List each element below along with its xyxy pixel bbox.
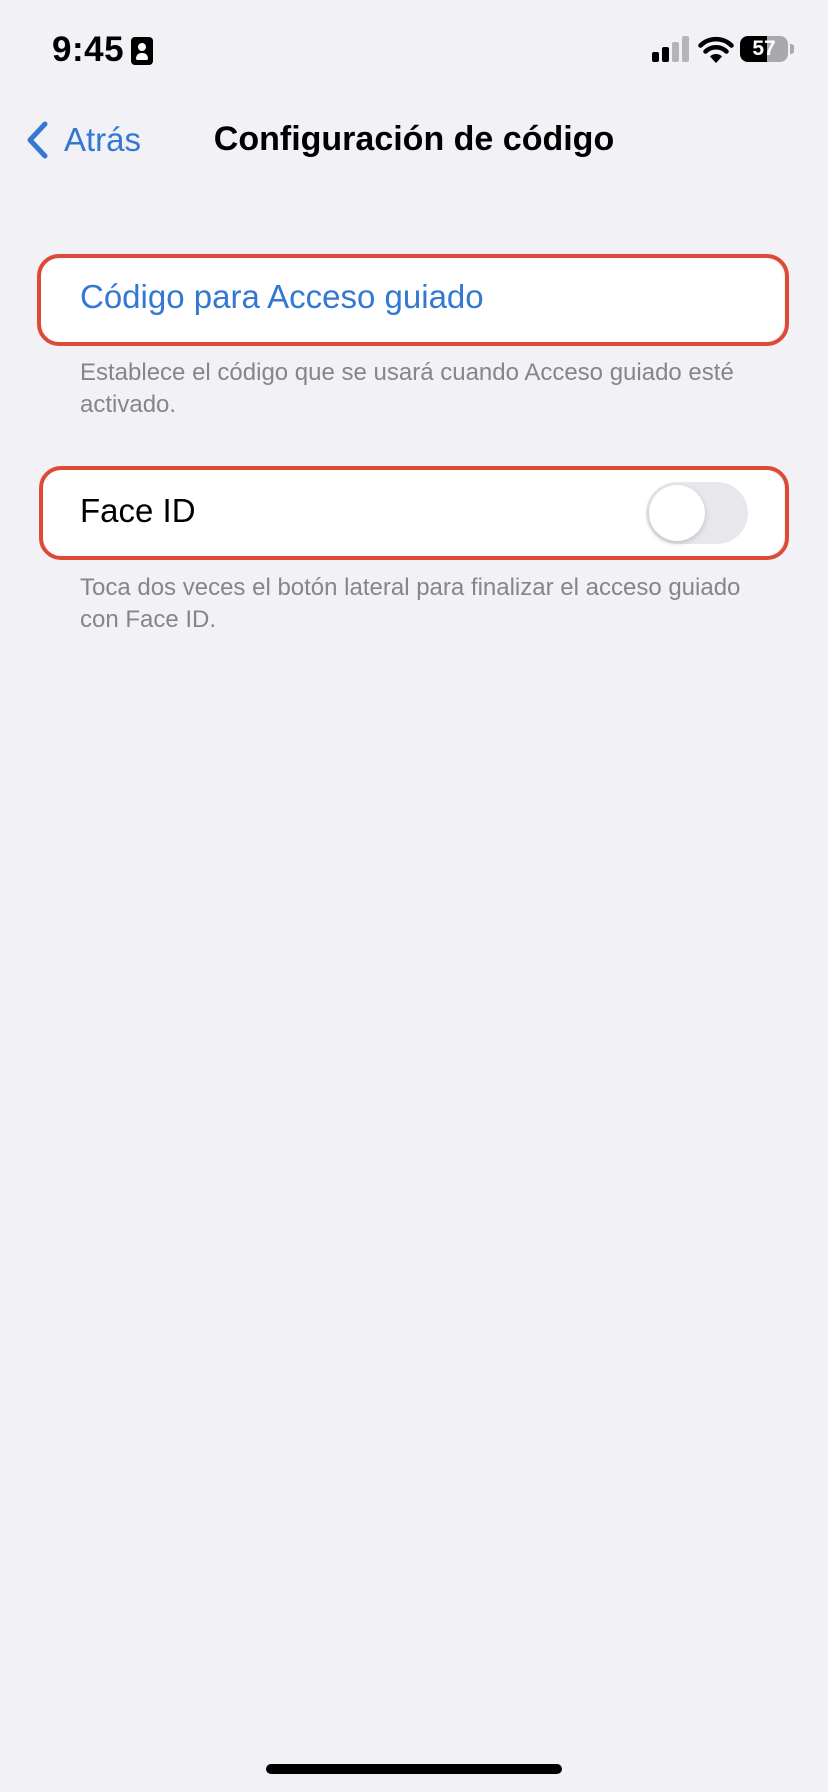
battery-icon: 57 [740, 36, 794, 62]
faceid-footer: Toca dos veces el botón lateral para fin… [80, 574, 741, 633]
highlight-box-passcode [37, 254, 789, 346]
home-indicator [266, 1764, 562, 1774]
wifi-icon [698, 36, 734, 63]
cellular-signal-icon [652, 36, 690, 62]
passcode-footer: Establece el código que se usará cuando … [80, 359, 734, 418]
battery-percent: 57 [752, 37, 776, 60]
status-bar: 9:45 57 [0, 0, 828, 100]
navigation-bar: Atrás Configuración de código [0, 100, 828, 180]
page-title: Configuración de código [213, 120, 615, 158]
status-time: 9:45 [52, 30, 125, 69]
highlight-box-faceid [39, 466, 789, 560]
id-badge-icon [131, 37, 153, 65]
